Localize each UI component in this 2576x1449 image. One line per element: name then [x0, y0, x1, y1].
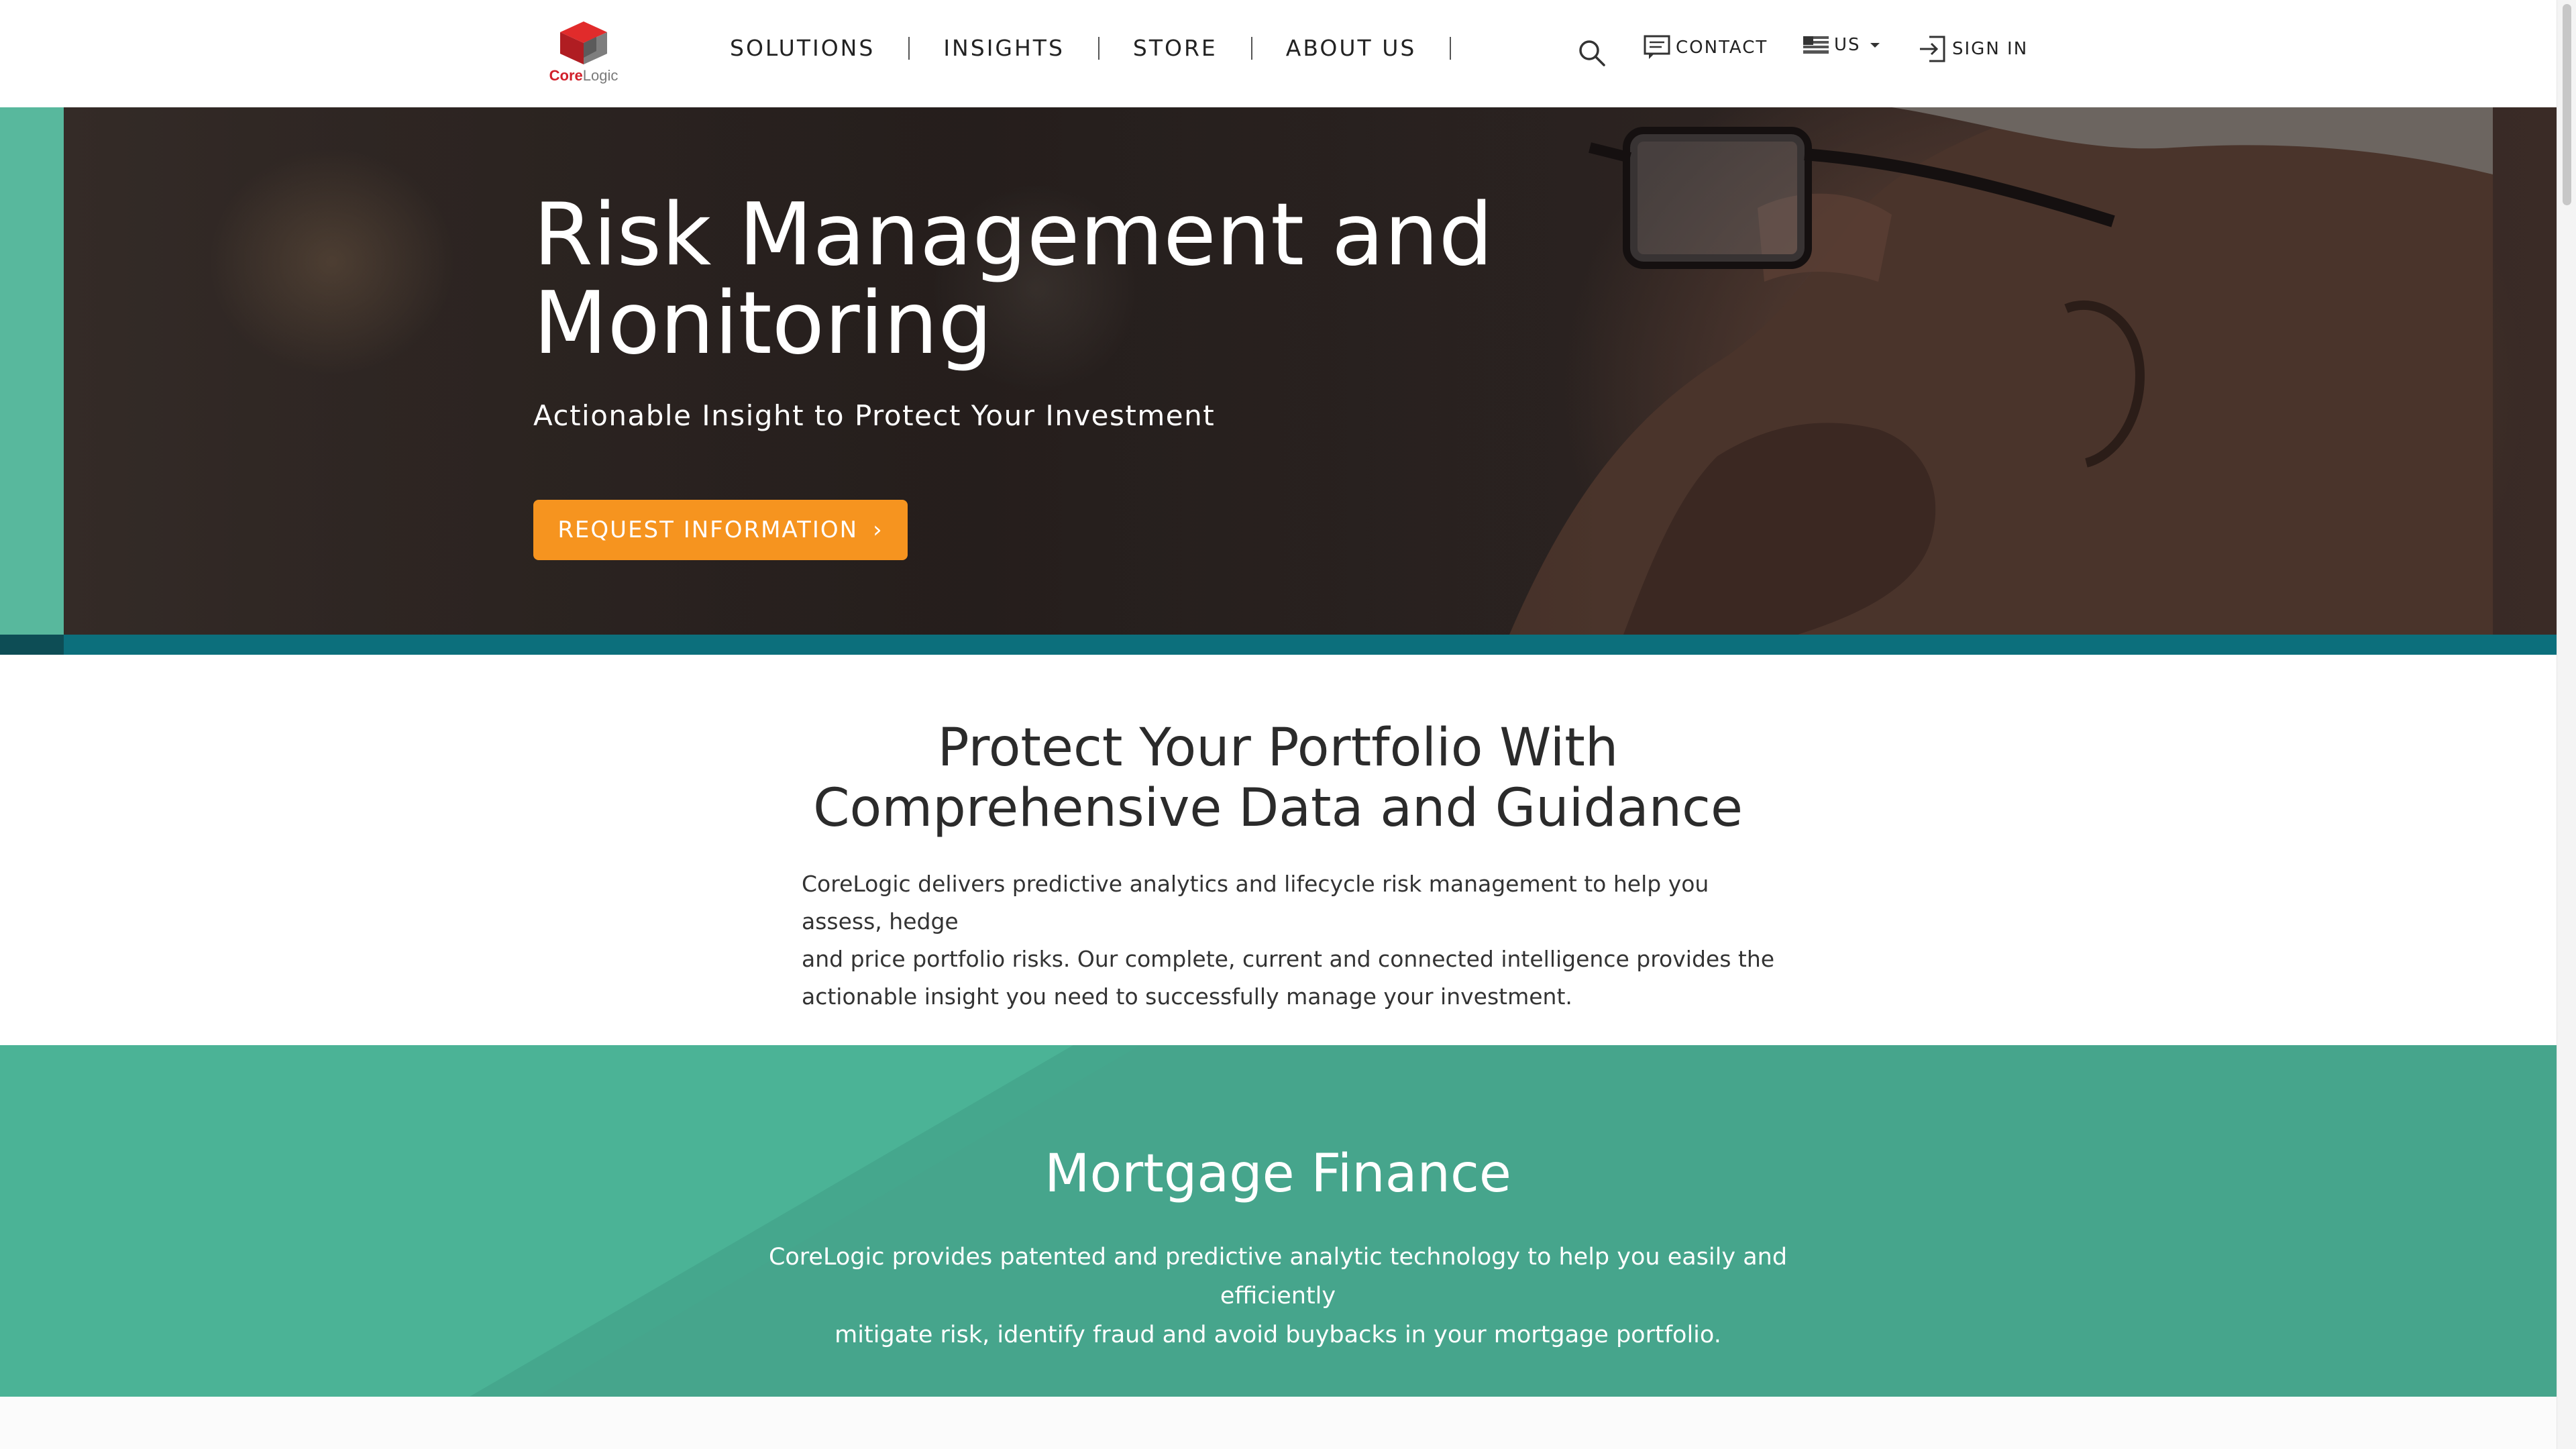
- caret-down-icon: [1870, 43, 1880, 48]
- nav-divider: [908, 36, 910, 60]
- request-information-button[interactable]: REQUEST INFORMATION ›: [533, 500, 908, 560]
- mortgage-finance-heading: Mortgage Finance: [1044, 1144, 1511, 1204]
- chevron-right-icon: ›: [873, 517, 883, 543]
- corelogic-logo[interactable]: CoreLogic: [540, 20, 627, 87]
- sign-in-icon: [1920, 36, 1945, 62]
- contact-label: CONTACT: [1676, 38, 1768, 58]
- next-section-strip: [0, 1397, 2557, 1449]
- hero-title: Risk Management and Monitoring: [533, 185, 1493, 374]
- hero-bottom-band-accent: [0, 635, 64, 655]
- hero-subtitle: Actionable Insight to Protect Your Inves…: [533, 399, 1216, 432]
- contact-icon: [1644, 35, 1670, 59]
- region-label: US: [1834, 35, 1861, 55]
- contact-link[interactable]: CONTACT: [1644, 35, 1768, 60]
- logo-cube-icon: [560, 21, 607, 64]
- site-header: CoreLogic SOLUTIONS INSIGHTS STORE ABOUT…: [0, 0, 2557, 107]
- sign-in-label: SIGN IN: [1952, 39, 2029, 59]
- nav-divider: [1097, 36, 1099, 60]
- page: CoreLogic SOLUTIONS INSIGHTS STORE ABOUT…: [0, 0, 2557, 1449]
- region-selector[interactable]: US: [1803, 35, 1881, 55]
- hero-accent-bar: [0, 107, 64, 635]
- hero-bottom-band: [0, 635, 2557, 655]
- scrollbar-thumb[interactable]: [2563, 4, 2571, 205]
- search-button[interactable]: [1578, 39, 1606, 67]
- sign-in-link[interactable]: SIGN IN: [1919, 35, 2028, 63]
- nav-insights[interactable]: INSIGHTS: [943, 35, 1065, 61]
- search-icon: [1579, 40, 1605, 66]
- nav-solutions[interactable]: SOLUTIONS: [730, 35, 875, 61]
- nav-divider: [1250, 36, 1252, 60]
- us-flag-icon: [1803, 36, 1829, 54]
- nav-divider: [1450, 36, 1452, 60]
- intro-heading: Protect Your Portfolio With Comprehensiv…: [813, 718, 1743, 839]
- mortgage-finance-paragraph: CoreLogic provides patented and predicti…: [768, 1244, 1788, 1348]
- page-scrollbar[interactable]: [2557, 0, 2576, 1449]
- logo-wordmark: CoreLogic: [549, 67, 619, 84]
- intro-paragraph: CoreLogic delivers predictive analytics …: [802, 871, 1775, 1010]
- nav-store[interactable]: STORE: [1133, 35, 1218, 61]
- cta-label: REQUEST INFORMATION: [557, 517, 859, 543]
- main-nav: SOLUTIONS INSIGHTS STORE ABOUT US: [730, 35, 1485, 61]
- nav-about-us[interactable]: ABOUT US: [1286, 35, 1417, 61]
